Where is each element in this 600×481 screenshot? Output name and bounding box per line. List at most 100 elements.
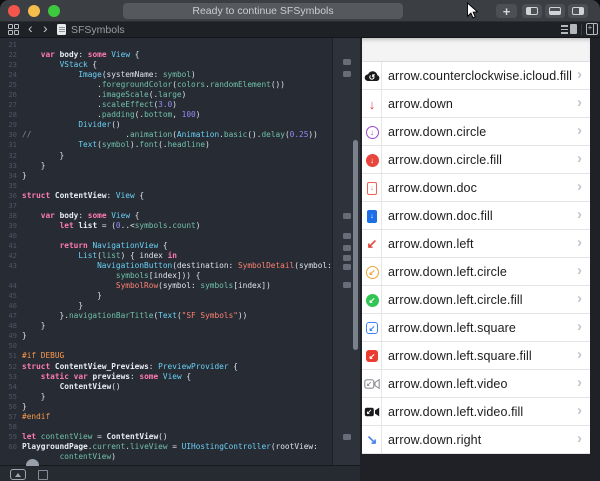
new-playground-page-button[interactable]: + [496,4,517,18]
forward-button[interactable]: › [43,20,48,36]
symbol-name: arrow.down.left.circle [388,258,507,285]
line-number: 33 [0,161,17,171]
code-line: 59let contentView = ContentView() [0,432,332,442]
line-number [0,271,17,281]
minimize-button[interactable] [28,5,40,17]
code-line: 36struct ContentView: View { [0,191,332,201]
line-number: 26 [0,90,17,100]
symbol-row[interactable]: ↙arrow.down.left.circle.fill› [362,286,590,314]
code-line: 43 NavigationButton(destination: SymbolD… [0,261,332,271]
symbol-row[interactable]: ↙arrow.down.left.video.fill› [362,398,590,426]
line-number: 25 [0,80,17,90]
result-toggle-button[interactable] [343,434,351,440]
code-line: 27 .scaleEffect(3.0) [0,100,332,110]
code-line: 31 Text(symbol).font(.headline) [0,140,332,150]
result-toggle-button[interactable] [343,245,351,251]
row-divider [381,90,382,117]
close-button[interactable] [8,5,20,17]
line-number: 43 [0,261,17,271]
line-number: 44 [0,281,17,291]
toggle-debug-area-button[interactable] [545,4,565,18]
line-number: 46 [0,301,17,311]
symbol-row[interactable]: ↓arrow.down.doc› [362,174,590,202]
code-line: 52struct ContentView_Previews: PreviewPr… [0,362,332,372]
live-view-area: ↺arrow.counterclockwise.icloud.fill›↓arr… [360,38,600,481]
code-line: 51#if DEBUG [0,351,332,361]
code-line: 54 ContentView() [0,382,332,392]
arrow-down-right-icon: ↘ [363,426,381,454]
line-number: 34 [0,171,17,181]
show-results-icon[interactable] [561,24,577,35]
symbol-row[interactable]: ↙arrow.down.left.circle› [362,258,590,286]
chevron-right-icon: › [577,178,582,195]
code-line: 53 static var previews: some View { [0,372,332,382]
line-number: 36 [0,191,17,201]
editor-scrollbar[interactable] [353,140,358,350]
chevron-right-icon: › [577,346,582,363]
chevron-right-icon: › [577,94,582,111]
result-toggle-button[interactable] [343,59,351,65]
source-code[interactable]: 2122 var body: some View {23 VStack {24 … [0,38,332,465]
tab-overview-icon[interactable] [8,24,19,35]
row-divider [381,342,382,369]
code-line: 48 } [0,321,332,331]
arrow-down-left-circle-fill-icon: ↙ [363,286,381,314]
editor-statusbar [0,465,360,481]
symbol-row[interactable]: ↙arrow.down.left.square.fill› [362,342,590,370]
plus-icon: + [503,6,511,17]
stop-icon[interactable] [38,470,48,480]
row-divider [381,230,382,257]
result-toggle-button[interactable] [343,264,351,270]
code-line: contentView) [0,452,332,462]
panel-right-icon [572,7,584,15]
symbol-name: arrow.down.circle.fill [388,146,502,173]
line-number: 52 [0,362,17,372]
toggle-navigator-button[interactable] [522,4,542,18]
code-line: 32 } [0,151,332,161]
back-button[interactable]: ‹ [28,20,33,36]
result-toggle-button[interactable] [343,282,351,288]
symbol-row[interactable]: ↙arrow.down.left.video› [362,370,590,398]
arrow-down-left-circle-icon: ↙ [363,258,381,286]
editor-options-icon[interactable]: + [586,23,598,35]
code-line: 30// .animation(Animation.basic().delay(… [0,130,332,140]
line-number: 49 [0,331,17,341]
run-to-line-handle[interactable] [26,459,39,466]
result-toggle-button[interactable] [343,255,351,261]
file-icon [57,24,66,35]
line-number: 47 [0,311,17,321]
breadcrumb[interactable]: SFSymbols [71,24,125,36]
symbol-row[interactable]: ↘arrow.down.right› [362,426,590,454]
result-toggle-button[interactable] [343,233,351,239]
code-line: 49} [0,331,332,341]
line-number: 54 [0,382,17,392]
code-line: 24 Image(systemName: symbol) [0,70,332,80]
toggle-inspector-button[interactable] [568,4,588,18]
symbol-name: arrow.down.doc [388,174,477,201]
code-line: 47 }.navigationBarTitle(Text("SF Symbols… [0,311,332,321]
instant-run-icon[interactable] [10,469,26,480]
row-divider [381,398,382,425]
row-divider [381,258,382,285]
symbol-row[interactable]: ↓arrow.down.circle› [362,118,590,146]
symbol-row[interactable]: ↙arrow.down.left.square› [362,314,590,342]
symbol-row[interactable]: ↓arrow.down› [362,90,590,118]
symbol-row[interactable]: ↓arrow.down.circle.fill› [362,146,590,174]
symbol-name: arrow.down.left.square.fill [388,342,532,369]
symbol-row[interactable]: ↺arrow.counterclockwise.icloud.fill› [362,62,590,90]
line-number: 21 [0,40,17,50]
zoom-button[interactable] [48,5,60,17]
arrow-down-circle-icon: ↓ [363,118,381,146]
line-number: 40 [0,231,17,241]
symbol-row[interactable]: ↙arrow.down.left› [362,230,590,258]
result-toggle-button[interactable] [343,213,351,219]
result-toggle-button[interactable] [343,71,351,77]
arrow-down-left-square-icon: ↙ [363,314,381,342]
playground-window: Ready to continue SFSymbols + ‹ › SFSymb… [0,0,600,481]
symbol-row[interactable]: ↓arrow.down.doc.fill› [362,202,590,230]
code-editor[interactable]: 2122 var body: some View {23 VStack {24 … [0,38,360,481]
line-number: 29 [0,120,17,130]
symbol-name: arrow.down.left.video.fill [388,398,523,425]
line-number: 58 [0,422,17,432]
panel-left-icon [526,7,538,15]
